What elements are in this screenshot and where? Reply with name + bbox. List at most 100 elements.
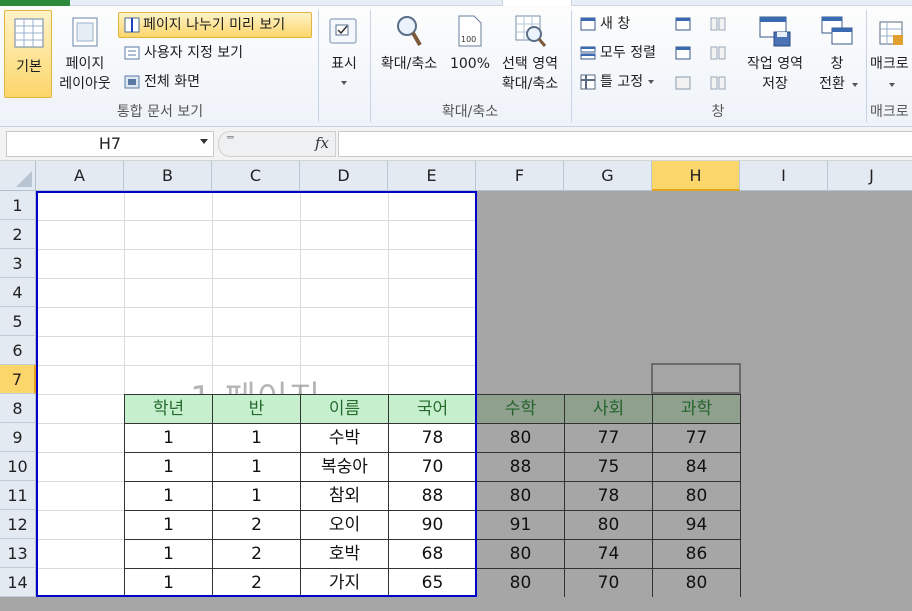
insert-function-icon[interactable]: fx xyxy=(315,134,329,152)
column-header-d[interactable]: D xyxy=(300,161,388,191)
table-cell[interactable]: 가지 xyxy=(300,568,389,598)
table-cell[interactable]: 75 xyxy=(564,452,653,482)
table-cell[interactable]: 78 xyxy=(564,481,653,511)
show-button[interactable]: 표시 xyxy=(322,12,366,96)
synchronous-scrolling-icon[interactable] xyxy=(710,46,726,60)
table-cell[interactable]: 참외 xyxy=(300,481,389,511)
row-header-10[interactable]: 10 xyxy=(0,452,36,481)
row-header-8[interactable]: 8 xyxy=(0,394,36,423)
new-window-button[interactable]: 새 창 xyxy=(580,14,630,34)
table-cell[interactable]: 91 xyxy=(476,510,565,540)
table-header-cell[interactable]: 학년 xyxy=(124,394,213,424)
table-cell[interactable]: 70 xyxy=(564,568,653,598)
normal-view-button[interactable]: 기본 xyxy=(4,10,52,98)
formula-expand-handle-icon[interactable]: ═ xyxy=(227,131,234,144)
table-cell[interactable]: 1 xyxy=(212,481,301,511)
column-header-f[interactable]: F xyxy=(476,161,564,191)
zoom-button[interactable]: 확대/축소 xyxy=(374,12,444,96)
table-cell[interactable]: 80 xyxy=(652,568,741,598)
row-header-7[interactable]: 7 xyxy=(0,365,36,394)
reset-window-position-icon[interactable] xyxy=(710,76,726,90)
active-cell-h7[interactable] xyxy=(651,363,741,394)
row-header-4[interactable]: 4 xyxy=(0,278,36,307)
name-box-dropdown-icon[interactable] xyxy=(200,139,208,144)
view-side-by-side-icon[interactable] xyxy=(710,17,726,31)
name-box[interactable]: H7 xyxy=(6,131,214,157)
worksheet-grid[interactable]: 1 페이지 학년반이름국어수학사회과학11수박7880777711복숭아7088… xyxy=(0,161,912,611)
split-icon[interactable] xyxy=(675,17,691,31)
freeze-panes-button[interactable]: 틀 고정 xyxy=(580,72,655,92)
column-header-i[interactable]: I xyxy=(740,161,828,191)
full-screen-button[interactable]: 전체 화면 xyxy=(124,72,200,92)
table-cell[interactable]: 1 xyxy=(212,423,301,453)
table-cell[interactable]: 88 xyxy=(388,481,477,511)
file-tab-edge[interactable] xyxy=(0,0,70,6)
row-header-3[interactable]: 3 xyxy=(0,249,36,278)
unhide-icon[interactable] xyxy=(675,76,691,90)
zoom-100-button[interactable]: 100 100% xyxy=(448,12,492,96)
row-header-6[interactable]: 6 xyxy=(0,336,36,365)
arrange-all-button[interactable]: 모두 정렬 xyxy=(580,43,656,63)
table-cell[interactable]: 74 xyxy=(564,539,653,569)
table-header-cell[interactable]: 사회 xyxy=(564,394,653,424)
column-header-h[interactable]: H xyxy=(652,161,740,191)
table-cell[interactable]: 오이 xyxy=(300,510,389,540)
table-cell[interactable]: 2 xyxy=(212,510,301,540)
table-cell[interactable]: 77 xyxy=(652,423,741,453)
column-header-c[interactable]: C xyxy=(212,161,300,191)
table-cell[interactable]: 1 xyxy=(124,539,213,569)
table-cell[interactable]: 88 xyxy=(476,452,565,482)
table-cell[interactable]: 78 xyxy=(388,423,477,453)
table-header-cell[interactable]: 수학 xyxy=(476,394,565,424)
save-workspace-button[interactable]: 작업 영역 저장 xyxy=(738,12,812,96)
row-header-9[interactable]: 9 xyxy=(0,423,36,452)
page-break-preview-button[interactable]: 페이지 나누기 미리 보기 xyxy=(118,12,312,38)
row-header-1[interactable]: 1 xyxy=(0,191,36,220)
column-header-a[interactable]: A xyxy=(36,161,124,191)
table-cell[interactable]: 1 xyxy=(124,568,213,598)
row-header-14[interactable]: 14 xyxy=(0,568,36,597)
row-header-5[interactable]: 5 xyxy=(0,307,36,336)
table-cell[interactable]: 86 xyxy=(652,539,741,569)
table-cell[interactable]: 2 xyxy=(212,568,301,598)
column-header-e[interactable]: E xyxy=(388,161,476,191)
table-cell[interactable]: 호박 xyxy=(300,539,389,569)
page-layout-view-button[interactable]: 페이지 레이아웃 xyxy=(56,12,114,98)
table-cell[interactable]: 80 xyxy=(476,481,565,511)
hide-icon[interactable] xyxy=(675,46,691,60)
table-cell[interactable]: 77 xyxy=(564,423,653,453)
table-cell[interactable]: 80 xyxy=(652,481,741,511)
table-cell[interactable]: 65 xyxy=(388,568,477,598)
row-header-11[interactable]: 11 xyxy=(0,481,36,510)
table-cell[interactable]: 1 xyxy=(124,481,213,511)
table-cell[interactable]: 80 xyxy=(476,423,565,453)
macros-button[interactable]: 매크로 xyxy=(868,12,912,96)
table-cell[interactable]: 90 xyxy=(388,510,477,540)
table-header-cell[interactable]: 국어 xyxy=(388,394,477,424)
table-cell[interactable]: 80 xyxy=(476,539,565,569)
zoom-to-selection-button[interactable]: 선택 영역 확대/축소 xyxy=(494,12,566,96)
column-header-b[interactable]: B xyxy=(124,161,212,191)
table-cell[interactable]: 1 xyxy=(212,452,301,482)
column-header-j[interactable]: J xyxy=(828,161,912,191)
table-cell[interactable]: 1 xyxy=(124,423,213,453)
table-cell[interactable]: 2 xyxy=(212,539,301,569)
table-cell[interactable]: 1 xyxy=(124,452,213,482)
switch-windows-button[interactable]: 창 전환 xyxy=(812,12,862,96)
row-header-13[interactable]: 13 xyxy=(0,539,36,568)
table-cell[interactable]: 80 xyxy=(564,510,653,540)
table-cell[interactable]: 1 xyxy=(124,510,213,540)
table-cell[interactable]: 84 xyxy=(652,452,741,482)
column-header-g[interactable]: G xyxy=(564,161,652,191)
custom-views-button[interactable]: 사용자 지정 보기 xyxy=(124,43,243,63)
table-cell[interactable]: 복숭아 xyxy=(300,452,389,482)
formula-input[interactable] xyxy=(338,131,912,157)
row-header-12[interactable]: 12 xyxy=(0,510,36,539)
active-tab-edge[interactable] xyxy=(502,0,572,6)
table-cell[interactable]: 70 xyxy=(388,452,477,482)
table-header-cell[interactable]: 과학 xyxy=(652,394,741,424)
table-cell[interactable]: 68 xyxy=(388,539,477,569)
table-cell[interactable]: 94 xyxy=(652,510,741,540)
table-cell[interactable]: 80 xyxy=(476,568,565,598)
select-all-corner[interactable] xyxy=(0,161,36,191)
